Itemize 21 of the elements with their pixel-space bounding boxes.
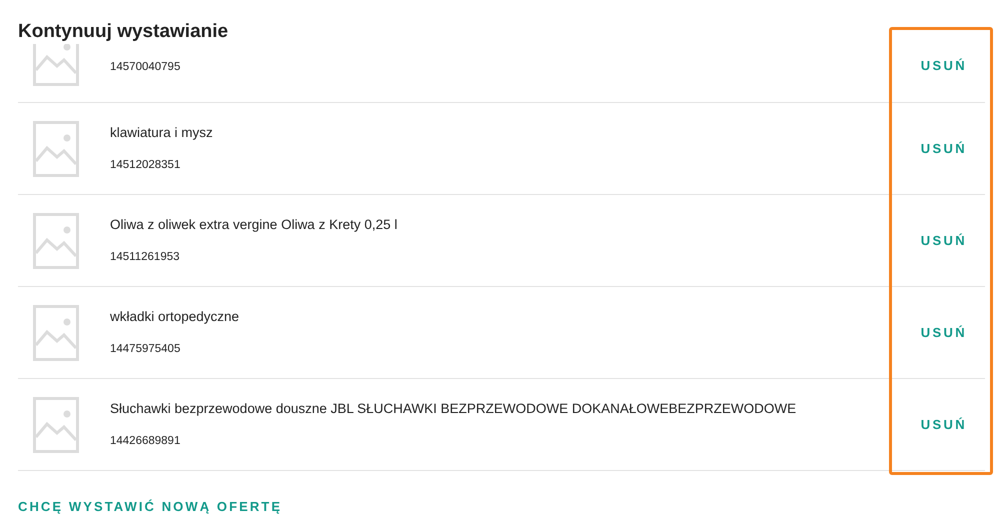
remove-button[interactable]: USUŃ [920,230,967,250]
image-placeholder-icon [33,304,79,360]
offer-number: 14512028351 [110,158,180,172]
offer-title: wkładki ortopedyczne [110,308,240,326]
offer-number: 14570040795 [110,60,180,76]
image-placeholder-icon [33,120,79,176]
offer-title: Słuchawki bezprzewodowe douszne JBL SŁUCHAWKI BEZPRZEWODOWE DOKANAŁOWEBEZPRZEWODOWE [110,400,796,418]
remove-button[interactable]: USUŃ [920,138,967,158]
offer-number: 14475975405 [110,342,180,356]
new-offer-link[interactable]: CHCĘ WYSTAWIĆ NOWĄ OFERTĘ [18,497,282,516]
remove-button[interactable]: USUŃ [920,414,967,434]
image-placeholder-icon [33,396,79,452]
offer-title: Oliwa z oliwek extra vergine Oliwa z Krety 0,25 l [110,216,398,234]
remove-button[interactable]: USUŃ [920,56,967,76]
offer-title: klawiatura i mysz [110,124,213,142]
image-placeholder-icon [33,44,79,86]
offer-number: 14511261953 [110,250,180,264]
image-placeholder-icon [33,212,79,268]
section-title: Kontynuuj wystawianie [18,20,228,44]
remove-button[interactable]: USUŃ [920,322,967,342]
offer-number: 14426689891 [110,434,180,448]
